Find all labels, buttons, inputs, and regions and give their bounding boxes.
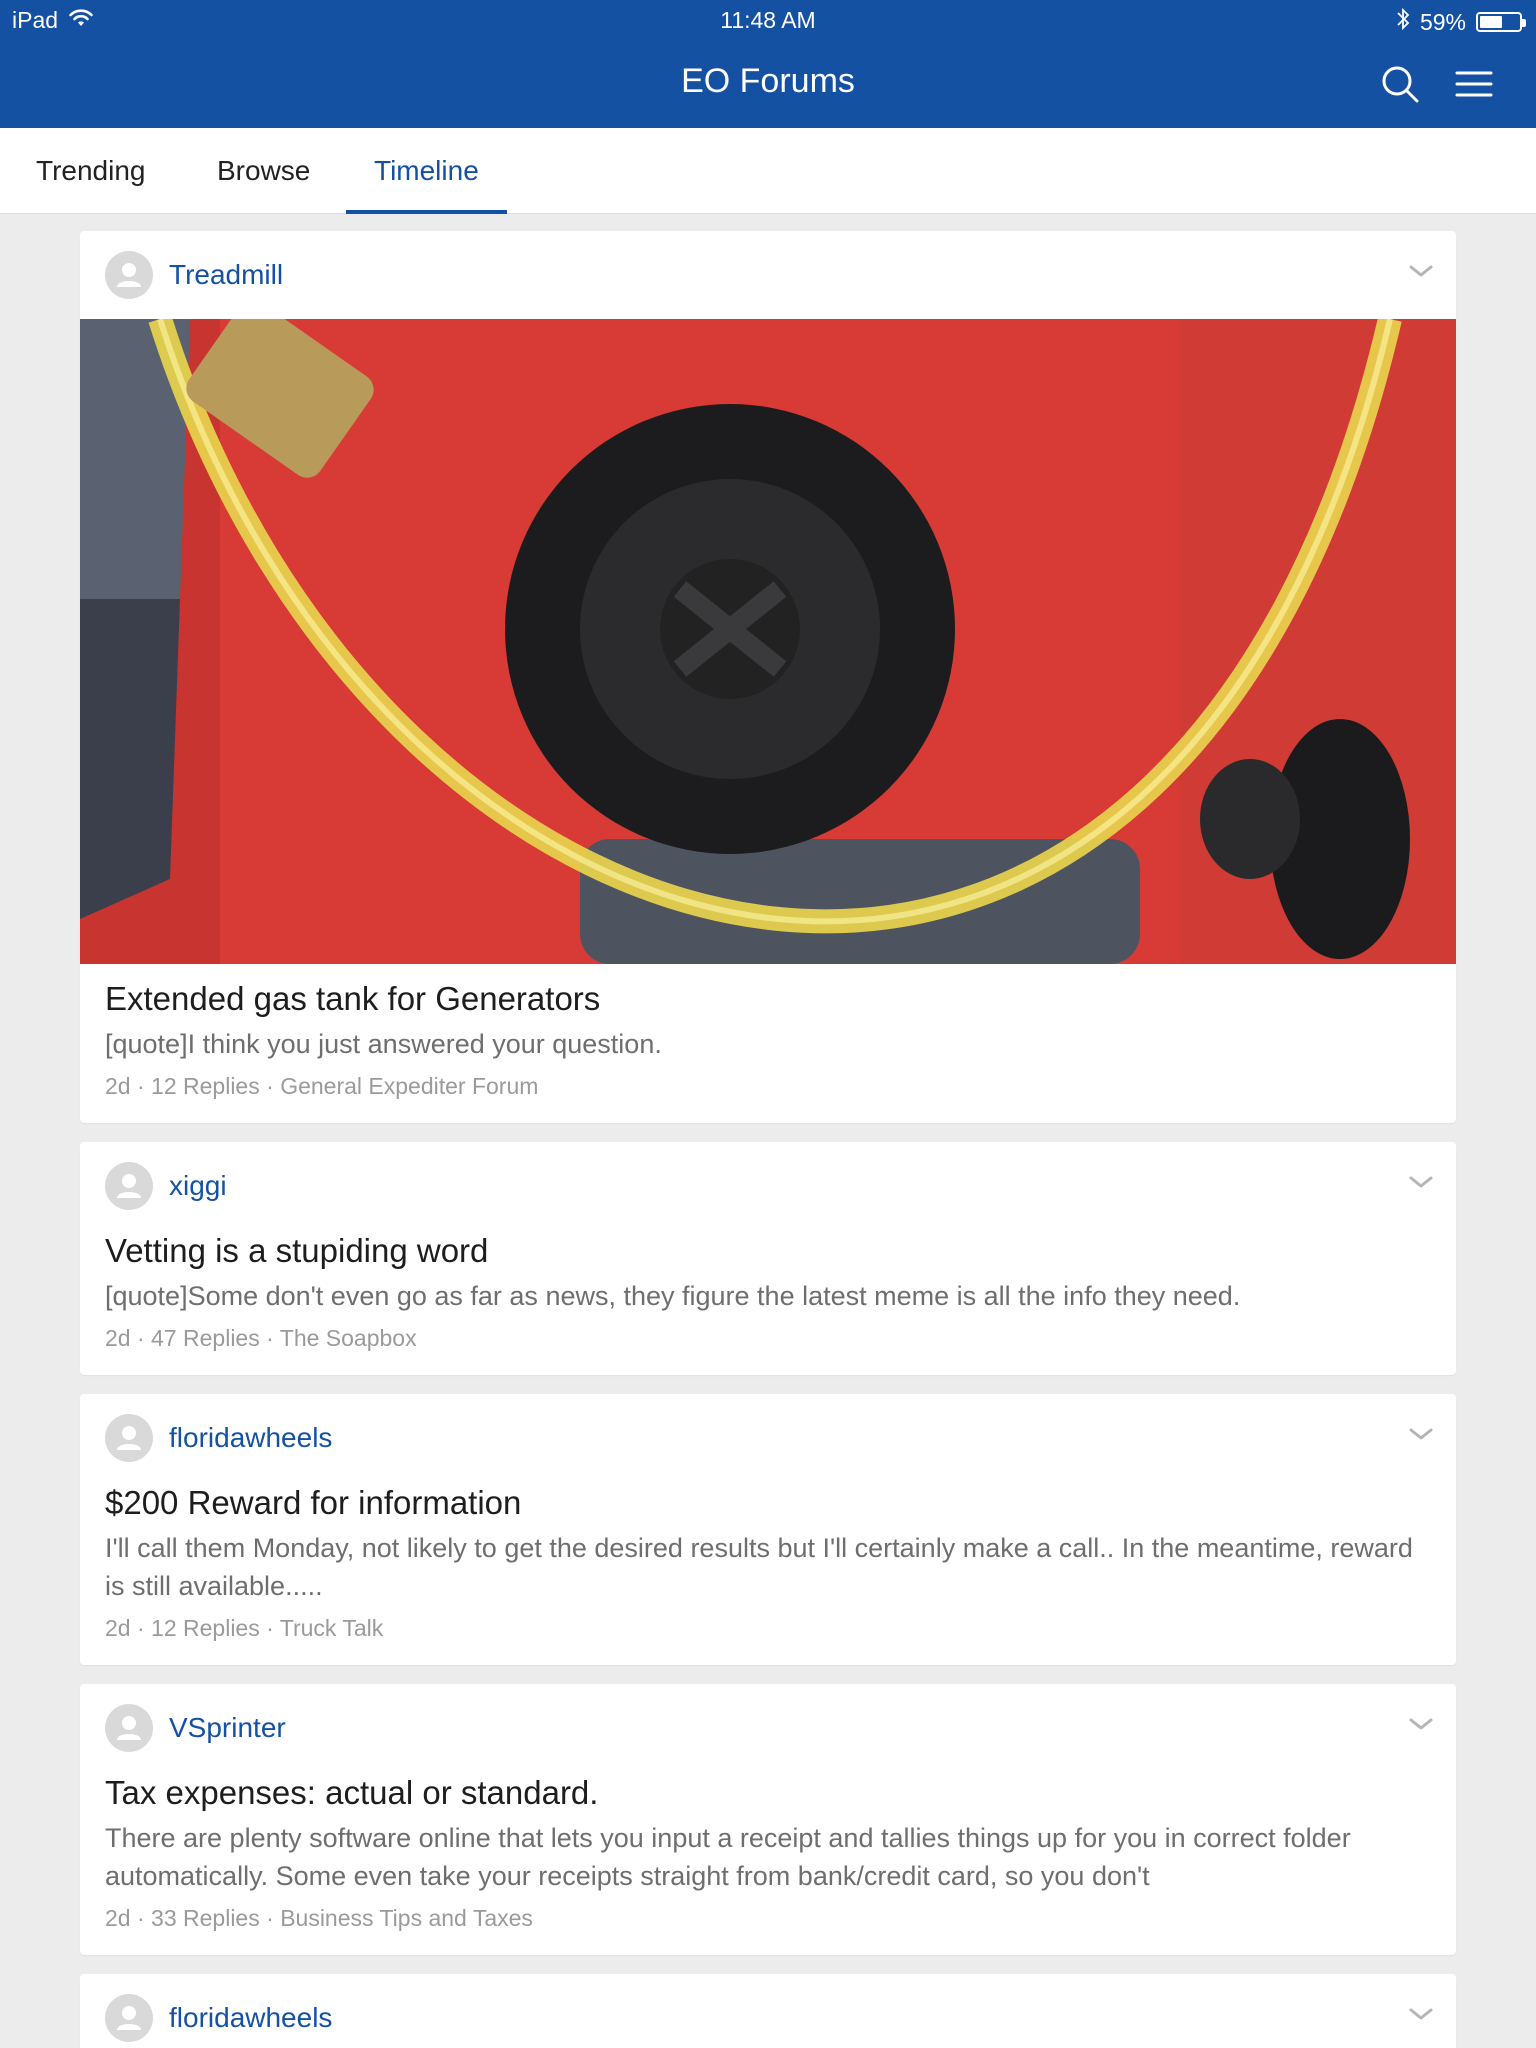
post-title[interactable]: Vetting is a stupiding word xyxy=(105,1230,1431,1272)
chevron-down-icon[interactable] xyxy=(1408,1714,1434,1734)
post-forum[interactable]: Truck Talk xyxy=(280,1615,384,1641)
chevron-down-icon[interactable] xyxy=(1408,1172,1434,1192)
search-button[interactable] xyxy=(1376,60,1424,108)
post-author[interactable]: VSprinter xyxy=(169,1712,286,1744)
tab-bar: Trending Browse Timeline xyxy=(0,128,1536,214)
post-forum[interactable]: Business Tips and Taxes xyxy=(280,1905,533,1931)
post-excerpt: I'll call them Monday, not likely to get… xyxy=(105,1533,1413,1601)
post-replies: 12 Replies xyxy=(151,1615,260,1641)
post-card[interactable]: floridawheels xyxy=(80,1974,1456,2048)
post-header: Treadmill xyxy=(80,231,1456,319)
post-title[interactable]: Extended gas tank for Generators xyxy=(105,978,1431,1020)
battery-fill xyxy=(1480,16,1502,28)
post-card[interactable]: xiggi Vetting is a stupiding word [quote… xyxy=(80,1142,1456,1375)
user-placeholder-icon xyxy=(117,263,141,287)
post-excerpt: [quote]I think you just answered your qu… xyxy=(105,1029,662,1059)
search-icon xyxy=(1382,66,1419,103)
post-replies: 47 Replies xyxy=(151,1325,260,1351)
user-placeholder-icon xyxy=(117,1716,141,1740)
battery-percent: 59% xyxy=(1419,8,1466,35)
post-age: 2d xyxy=(105,1615,131,1641)
post-header: floridawheels xyxy=(80,1974,1456,2048)
post-forum[interactable]: General Expediter Forum xyxy=(280,1073,538,1099)
post-author[interactable]: floridawheels xyxy=(169,1422,332,1454)
hamburger-menu-icon xyxy=(1455,71,1493,97)
status-right: 59% xyxy=(1396,7,1526,37)
post-header: xiggi xyxy=(80,1142,1456,1230)
tab-browse[interactable]: Browse xyxy=(189,128,338,214)
post-meta: 2d · 47 Replies · The Soapbox xyxy=(105,1325,417,1351)
avatar[interactable] xyxy=(105,1704,153,1752)
post-forum[interactable]: The Soapbox xyxy=(280,1325,417,1351)
tab-trending[interactable]: Trending xyxy=(8,128,173,214)
post-body: $200 Reward for information I'll call th… xyxy=(80,1482,1456,1665)
bluetooth-icon xyxy=(1396,7,1410,37)
chevron-down-icon[interactable] xyxy=(1408,2004,1434,2024)
post-card[interactable]: floridawheels $200 Reward for informatio… xyxy=(80,1394,1456,1665)
post-age: 2d xyxy=(105,1905,131,1931)
post-body: Vetting is a stupiding word [quote]Some … xyxy=(80,1230,1456,1375)
post-meta: 2d · 12 Replies · Truck Talk xyxy=(105,1615,384,1641)
post-author[interactable]: floridawheels xyxy=(169,2002,332,2034)
user-placeholder-icon xyxy=(117,2006,141,2030)
post-body: Tax expenses: actual or standard. There … xyxy=(80,1772,1456,1955)
post-replies: 12 Replies xyxy=(151,1073,260,1099)
post-age: 2d xyxy=(105,1325,131,1351)
post-meta: 2d · 33 Replies · Business Tips and Taxe… xyxy=(105,1905,533,1931)
chevron-down-icon[interactable] xyxy=(1408,261,1434,281)
post-card[interactable]: Treadmill Extended gas tank for Generato… xyxy=(80,231,1456,1123)
status-time: 11:48 AM xyxy=(720,7,816,33)
post-card[interactable]: VSprinter Tax expenses: actual or standa… xyxy=(80,1684,1456,1955)
avatar[interactable] xyxy=(105,1162,153,1210)
post-author[interactable]: Treadmill xyxy=(169,259,283,291)
app-bar: EO Forums xyxy=(0,40,1536,128)
avatar[interactable] xyxy=(105,251,153,299)
user-placeholder-icon xyxy=(117,1174,141,1198)
post-age: 2d xyxy=(105,1073,131,1099)
post-replies: 33 Replies xyxy=(151,1905,260,1931)
avatar[interactable] xyxy=(105,1414,153,1462)
post-header: floridawheels xyxy=(80,1394,1456,1482)
chevron-down-icon[interactable] xyxy=(1408,1424,1434,1444)
battery-icon xyxy=(1476,12,1526,32)
avatar[interactable] xyxy=(105,1994,153,2042)
post-header: VSprinter xyxy=(80,1684,1456,1772)
status-bar: iPad 11:48 AM 59% xyxy=(0,0,1536,40)
post-author[interactable]: xiggi xyxy=(169,1170,227,1202)
post-title[interactable]: Tax expenses: actual or standard. xyxy=(105,1772,1431,1814)
post-excerpt: [quote]Some don't even go as far as news… xyxy=(105,1281,1241,1311)
post-meta: 2d · 12 Replies · General Expediter Foru… xyxy=(105,1073,539,1099)
menu-button[interactable] xyxy=(1450,60,1498,108)
post-body: Extended gas tank for Generators [quote]… xyxy=(80,964,1456,1123)
post-excerpt: There are plenty software online that le… xyxy=(105,1823,1351,1891)
timeline-feed: Treadmill Extended gas tank for Generato… xyxy=(80,231,1456,2048)
user-placeholder-icon xyxy=(117,1426,141,1450)
post-image[interactable] xyxy=(80,319,1456,964)
tab-timeline[interactable]: Timeline xyxy=(346,128,507,214)
app-title: EO Forums xyxy=(681,62,855,100)
post-title[interactable]: $200 Reward for information xyxy=(105,1482,1431,1524)
